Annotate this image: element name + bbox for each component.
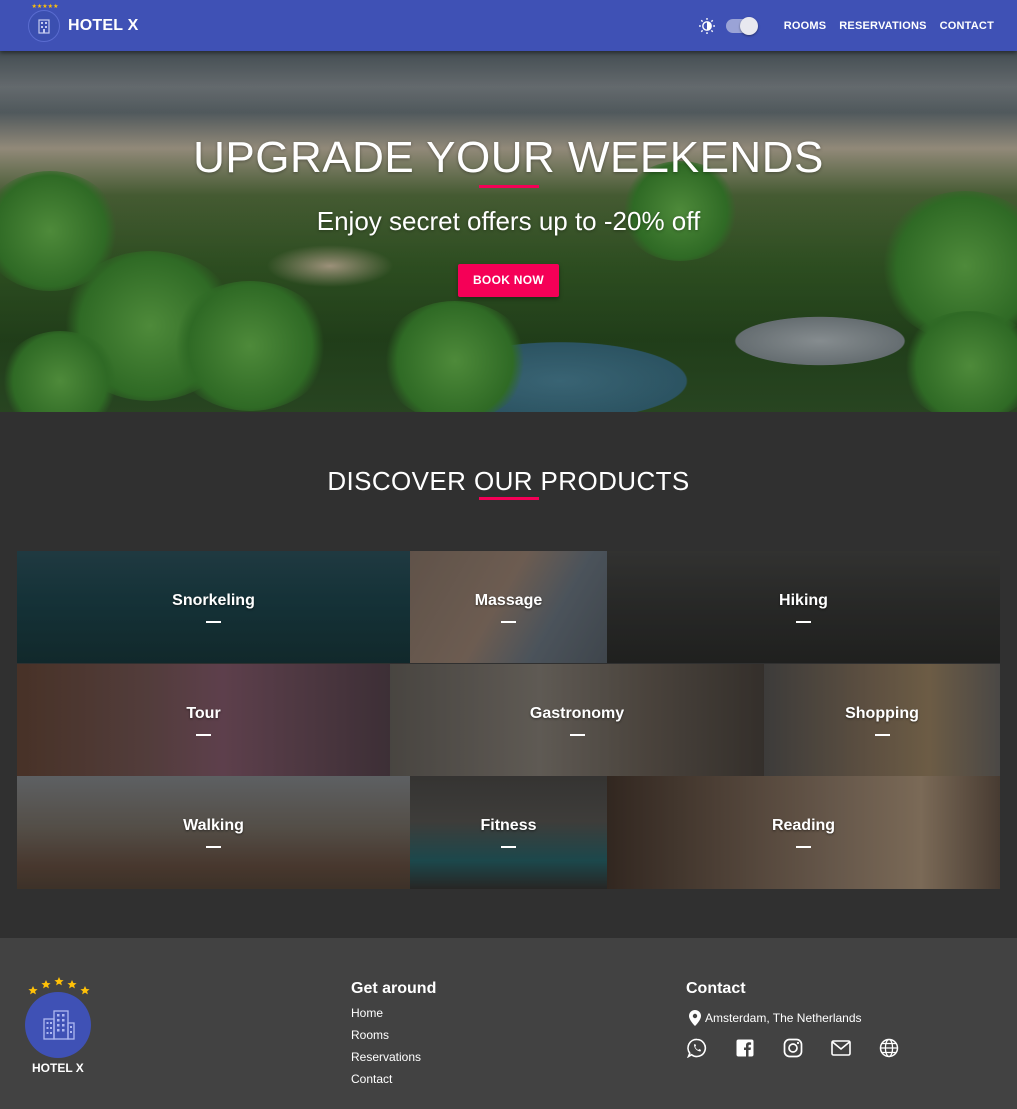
address-text: Amsterdam, The Netherlands (705, 1011, 862, 1025)
hero-title-underline (478, 185, 539, 188)
top-navbar: ★★★★★ HOTEL X ROOMS RESERVATIONS CONTACT (0, 0, 1017, 51)
product-tile-tour[interactable]: Tour (17, 664, 390, 776)
theme-toggle[interactable] (725, 16, 758, 35)
get-around-title: Get around (351, 980, 437, 997)
products-heading-underline (479, 497, 539, 500)
email-icon[interactable] (830, 1037, 852, 1059)
product-tile-snorkeling[interactable]: Snorkeling (17, 551, 410, 663)
product-label: Reading (771, 817, 836, 834)
product-label: Gastronomy (529, 704, 625, 722)
brightness-icon[interactable] (698, 17, 716, 35)
product-label: Walking (183, 817, 244, 834)
brand-name: HOTEL X (68, 16, 139, 34)
contact-title: Contact (686, 980, 746, 997)
product-tile-reading[interactable]: Reading (607, 776, 1000, 889)
toggle-knob (739, 16, 758, 35)
product-label: Tour (186, 704, 221, 722)
book-now-button[interactable]: BOOK NOW (458, 264, 559, 297)
instagram-icon[interactable] (782, 1037, 804, 1059)
product-tile-massage[interactable]: Massage (410, 551, 607, 663)
product-tile-shopping[interactable]: Shopping (764, 664, 1000, 776)
footer-link-contact[interactable]: Contact (351, 1072, 392, 1086)
hero-banner: UPGRADE YOUR WEEKENDS Enjoy secret offer… (0, 51, 1017, 412)
product-label: Shopping (845, 704, 919, 722)
contact-address: Amsterdam, The Netherlands (689, 1010, 862, 1026)
nav-link-contact[interactable]: CONTACT (940, 20, 994, 32)
nav-link-rooms[interactable]: ROOMS (784, 20, 827, 32)
footer-link-reservations[interactable]: Reservations (351, 1050, 421, 1064)
product-tile-gastronomy[interactable]: Gastronomy (390, 664, 764, 776)
facebook-icon[interactable] (734, 1037, 756, 1059)
product-tile-walking[interactable]: Walking (17, 776, 410, 889)
product-label: Massage (474, 591, 543, 609)
location-pin-icon (689, 1010, 701, 1026)
website-icon[interactable] (878, 1037, 900, 1059)
nav-link-reservations[interactable]: RESERVATIONS (839, 20, 926, 32)
whatsapp-icon[interactable] (686, 1037, 708, 1059)
product-label: Snorkeling (172, 591, 255, 609)
product-label: Fitness (480, 817, 537, 834)
brand[interactable]: ★★★★★ HOTEL X (28, 4, 139, 42)
products-grid: Snorkeling Massage Hiking Tour Gastronom… (17, 551, 1000, 889)
hero-subtitle: Enjoy secret offers up to -20% off (316, 206, 701, 236)
hotel-logo-icon: ★★★★★ (28, 4, 60, 42)
footer-link-rooms[interactable]: Rooms (351, 1028, 389, 1042)
hero-title: UPGRADE YOUR WEEKENDS (193, 133, 824, 182)
footer-brand-name: HOTEL X (32, 1061, 84, 1075)
products-heading: DISCOVER OUR PRODUCTS (327, 466, 690, 496)
product-tile-fitness[interactable]: Fitness (410, 776, 607, 889)
footer-logo[interactable] (25, 980, 91, 1058)
product-label: Hiking (779, 591, 828, 609)
product-tile-hiking[interactable]: Hiking (607, 551, 1000, 663)
footer-link-home[interactable]: Home (351, 1006, 383, 1020)
footer (0, 938, 1017, 1109)
hotel-building-icon (25, 992, 91, 1058)
